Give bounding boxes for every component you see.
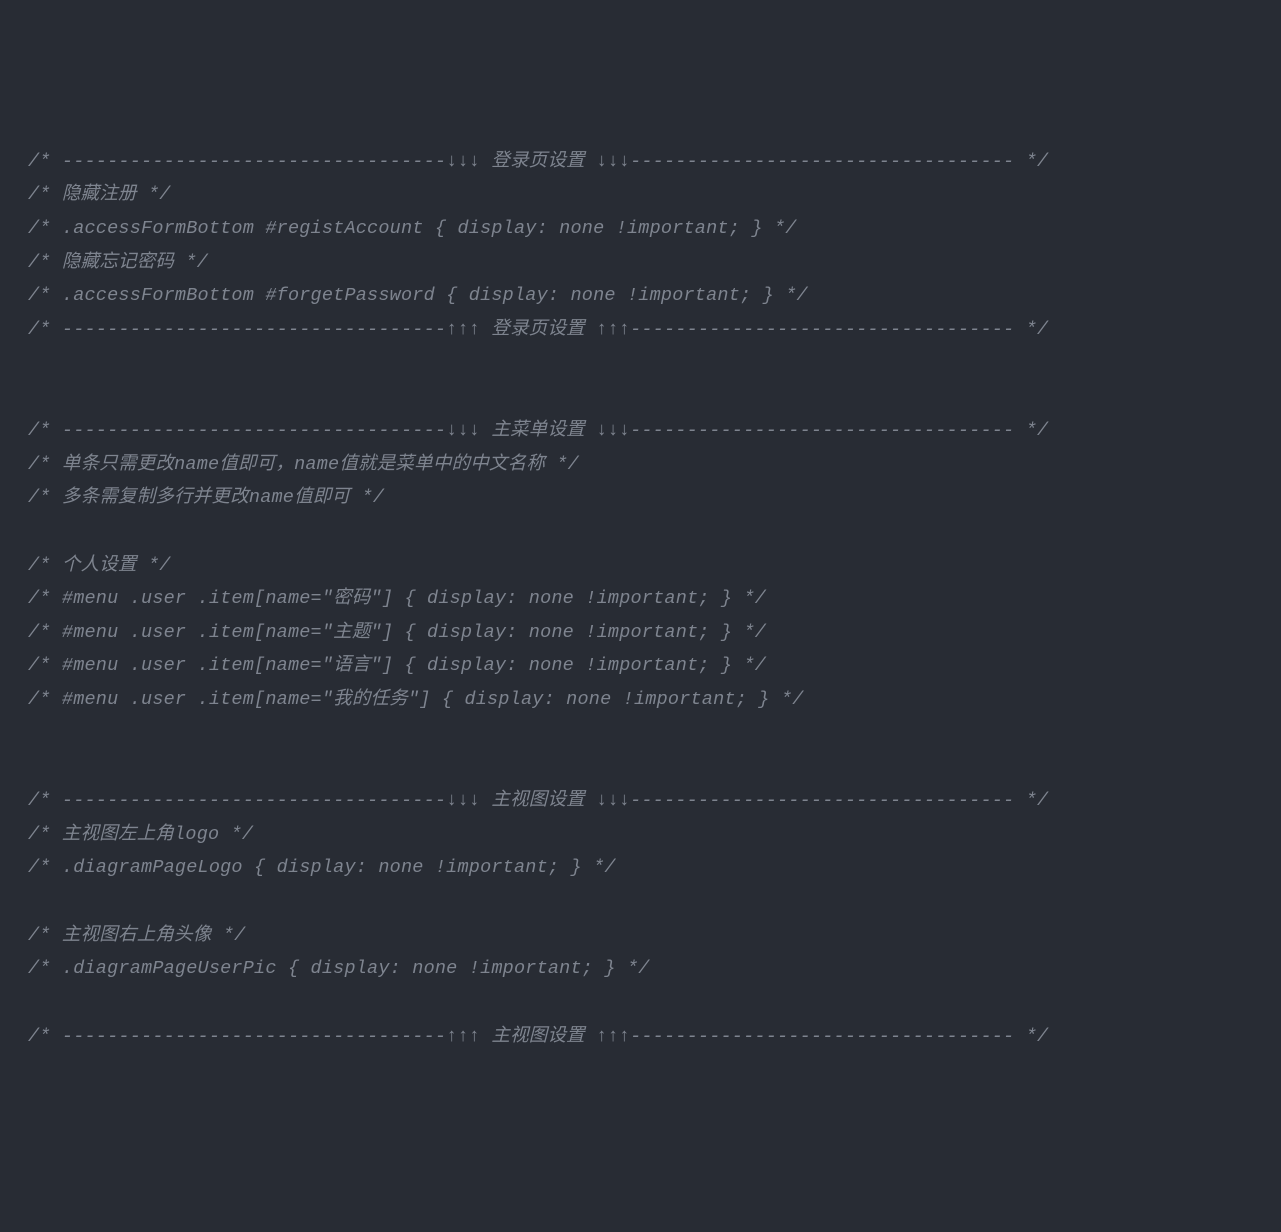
code-line: /* ----------------------------------↓↓↓… [28,784,1253,818]
code-line [28,380,1253,414]
code-line: /* ----------------------------------↑↑↑… [28,313,1253,347]
code-line: /* #menu .user .item[name="主题"] { displa… [28,616,1253,650]
code-line: /* #menu .user .item[name="密码"] { displa… [28,582,1253,616]
code-line [28,750,1253,784]
code-line: /* 主视图右上角头像 */ [28,919,1253,953]
code-line: /* ----------------------------------↓↓↓… [28,414,1253,448]
code-line: /* .accessFormBottom #registAccount { di… [28,212,1253,246]
code-line [28,347,1253,381]
code-line: /* #menu .user .item[name="我的任务"] { disp… [28,683,1253,717]
code-line: /* ----------------------------------↓↓↓… [28,145,1253,179]
code-line: /* ----------------------------------↑↑↑… [28,1020,1253,1054]
code-line [28,717,1253,751]
code-line: /* 单条只需更改name值即可，name值就是菜单中的中文名称 */ [28,448,1253,482]
code-line: /* 隐藏注册 */ [28,178,1253,212]
code-line: /* 个人设置 */ [28,549,1253,583]
code-line: /* .accessFormBottom #forgetPassword { d… [28,279,1253,313]
code-line [28,986,1253,1020]
code-block: /* ----------------------------------↓↓↓… [28,145,1253,1054]
code-line: /* #menu .user .item[name="语言"] { displa… [28,649,1253,683]
code-line: /* .diagramPageUserPic { display: none !… [28,952,1253,986]
code-line [28,515,1253,549]
code-line: /* 主视图左上角logo */ [28,818,1253,852]
code-line: /* .diagramPageLogo { display: none !imp… [28,851,1253,885]
code-line: /* 多条需复制多行并更改name值即可 */ [28,481,1253,515]
code-line: /* 隐藏忘记密码 */ [28,246,1253,280]
code-line [28,885,1253,919]
